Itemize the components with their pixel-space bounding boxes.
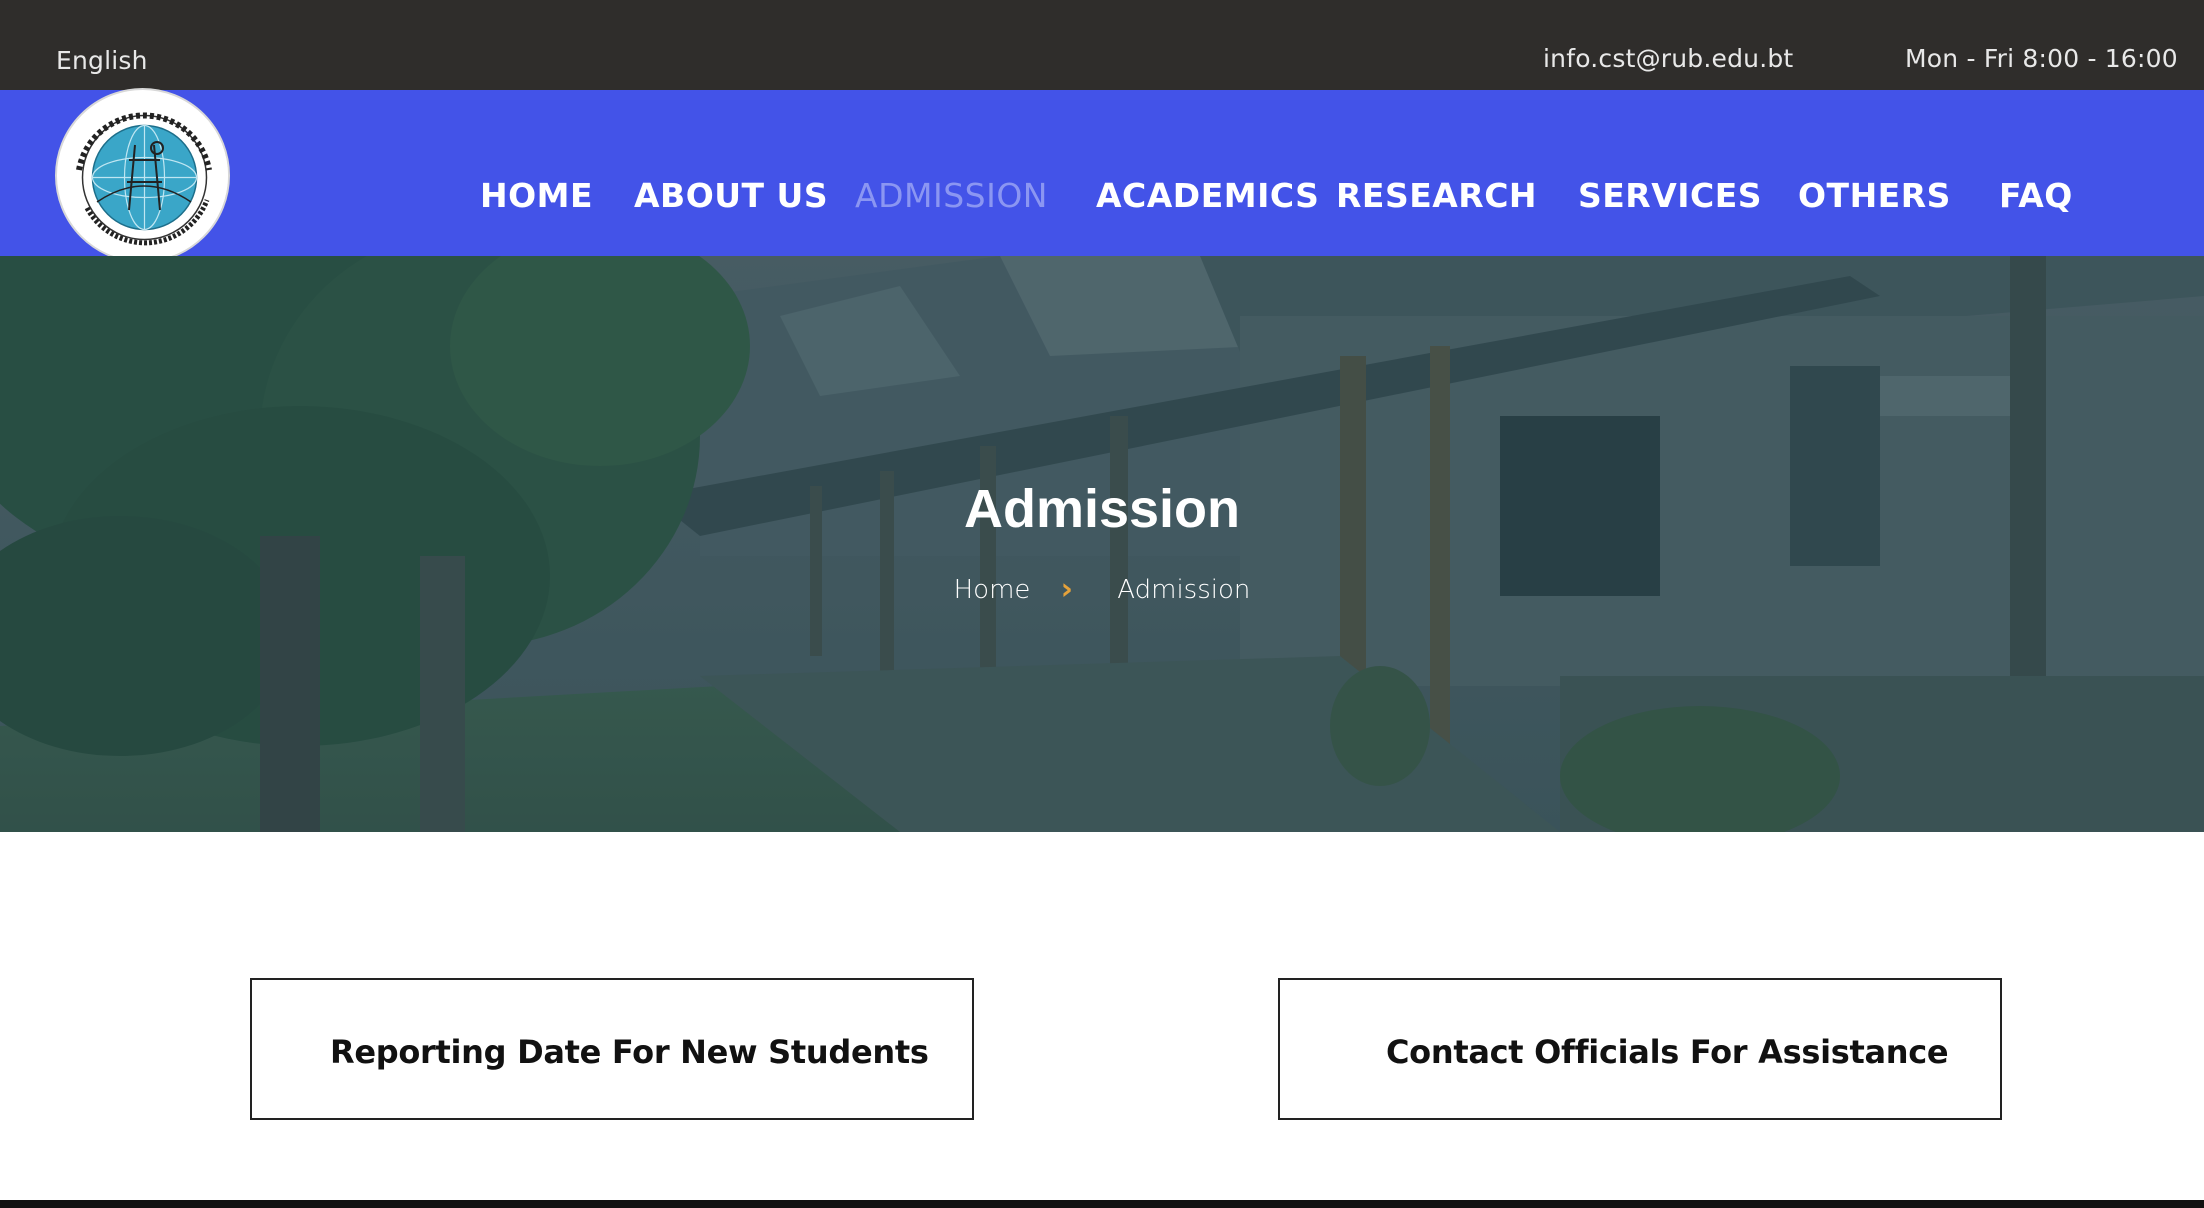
chevron-right-icon: › bbox=[1060, 572, 1074, 607]
top-bar: English info.cst@rub.edu.bt Mon - Fri 8:… bbox=[0, 0, 2204, 90]
campus-background-image bbox=[0, 256, 2204, 832]
breadcrumb-home-link[interactable]: Home bbox=[954, 575, 1031, 605]
reporting-date-label: Reporting Date For New Students bbox=[330, 1033, 929, 1071]
reporting-date-card[interactable]: Reporting Date For New Students bbox=[250, 978, 974, 1120]
nav-faq[interactable]: FAQ bbox=[1999, 176, 2073, 215]
nav-about-us[interactable]: ABOUT US bbox=[634, 176, 828, 215]
college-logo[interactable] bbox=[55, 88, 230, 263]
breadcrumb: Home › Admission bbox=[0, 572, 2204, 607]
college-seal-icon bbox=[58, 91, 228, 261]
main-navbar bbox=[0, 90, 2204, 256]
nav-admission[interactable]: ADMISSION bbox=[855, 176, 1048, 215]
nav-academics[interactable]: ACADEMICS bbox=[1096, 176, 1319, 215]
contact-officials-card[interactable]: Contact Officials For Assistance bbox=[1278, 978, 2002, 1120]
page-bottom-divider bbox=[0, 1200, 2204, 1208]
nav-services[interactable]: SERVICES bbox=[1578, 176, 1762, 215]
nav-research[interactable]: RESEARCH bbox=[1336, 176, 1537, 215]
breadcrumb-current: Admission bbox=[1117, 574, 1251, 605]
office-hours: Mon - Fri 8:00 - 16:00 bbox=[1905, 44, 2178, 73]
language-selector[interactable]: English bbox=[56, 46, 148, 75]
contact-officials-label: Contact Officials For Assistance bbox=[1386, 1033, 1949, 1071]
nav-others[interactable]: OTHERS bbox=[1798, 176, 1951, 215]
page-title: Admission bbox=[963, 479, 1241, 539]
contact-email[interactable]: info.cst@rub.edu.bt bbox=[1543, 44, 1793, 73]
nav-home[interactable]: HOME bbox=[480, 176, 593, 215]
hero-banner bbox=[0, 256, 2204, 832]
